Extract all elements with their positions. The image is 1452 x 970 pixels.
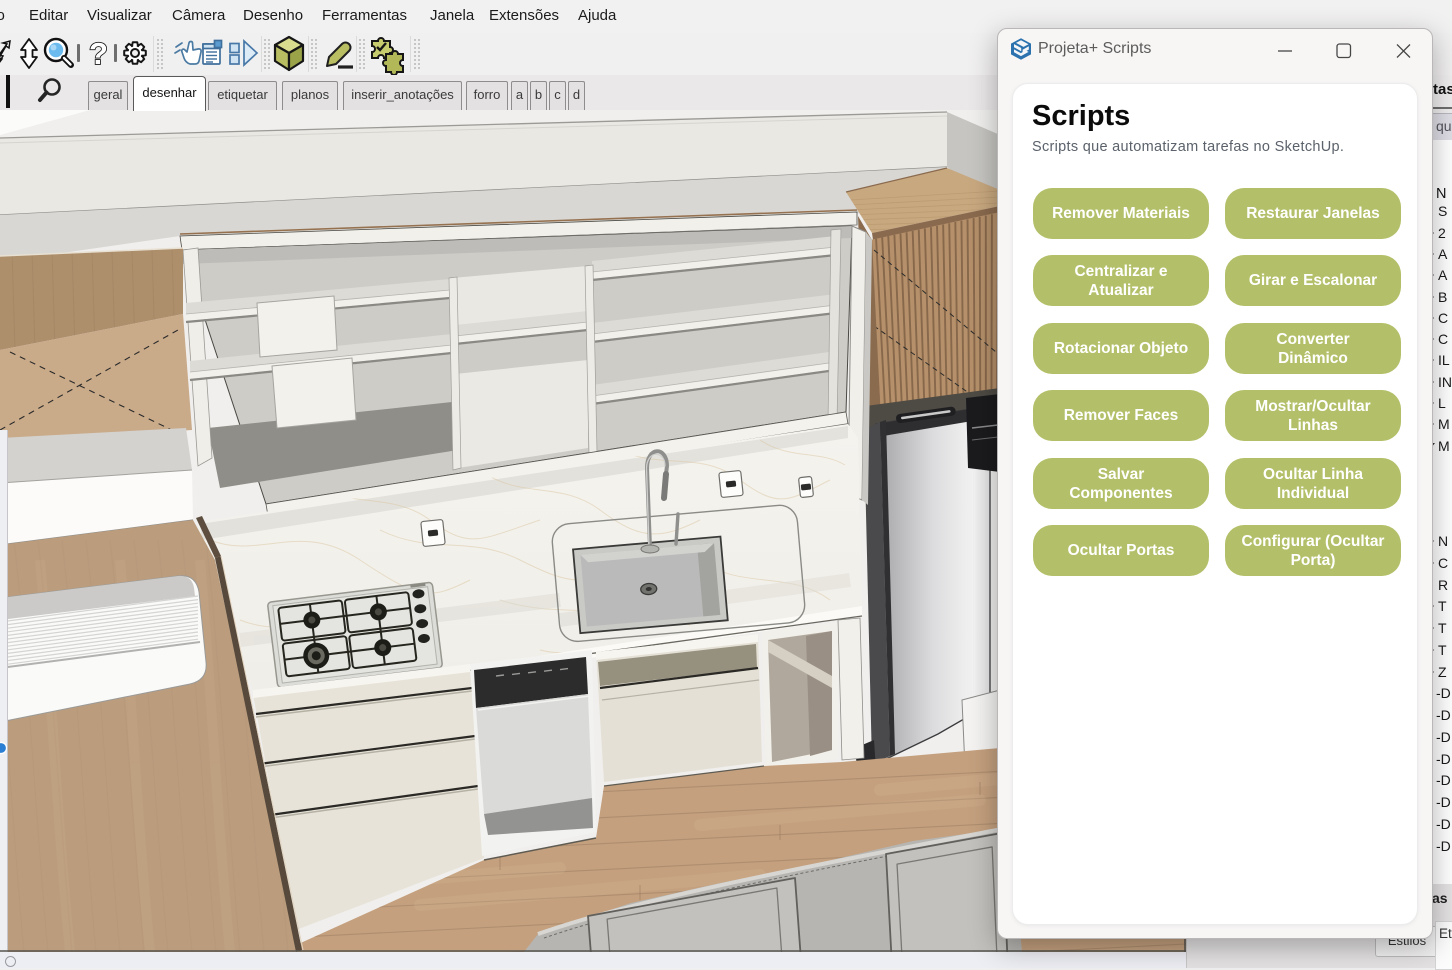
- svg-text:?: ?: [89, 36, 108, 71]
